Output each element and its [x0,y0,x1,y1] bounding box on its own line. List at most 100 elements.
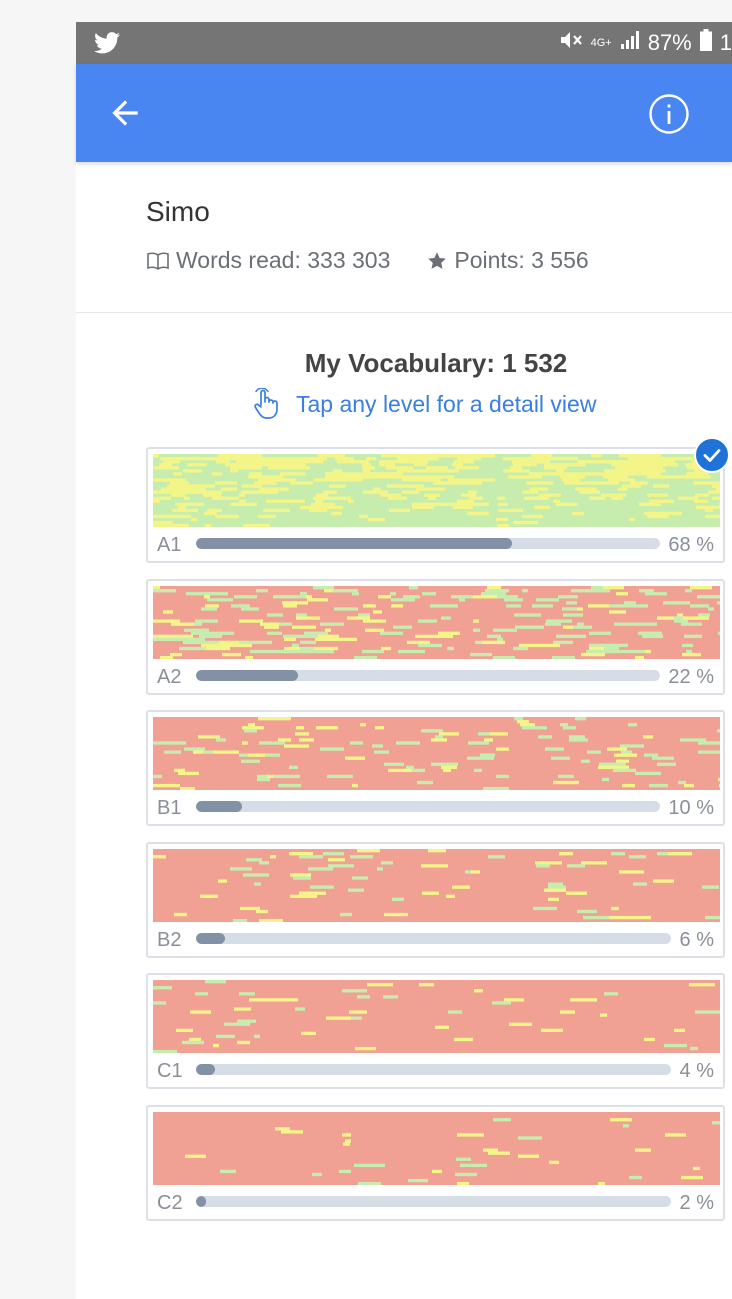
heatmap-cell [249,472,262,476]
heatmap-cell [153,588,176,592]
heatmap-cell [513,646,528,650]
heatmap-cell [465,869,471,874]
heatmap-cell [693,481,718,485]
heatmap-cell [215,514,239,519]
heatmap-cell [216,460,224,464]
heatmap-cell [551,756,570,760]
heatmap-cell [160,655,173,659]
heatmap-cell [448,478,461,482]
heatmap-cell [171,523,189,527]
heatmap-cell [553,499,560,503]
heatmap-cell [334,637,357,641]
heatmap-cell [280,472,293,476]
heatmap-cell [419,983,434,987]
heatmap-cell [379,463,395,467]
heatmap-cell [314,478,330,482]
words-read: Words read: 333 303 [176,247,391,273]
heatmap-cell [635,622,657,626]
heatmap-cell [325,472,349,476]
heatmap-cell [266,499,283,503]
info-circle-icon[interactable] [648,93,690,140]
heatmap-cell [406,765,414,770]
heatmap-cell [588,588,610,592]
heatmap-cell [363,490,388,494]
hand-pointer-icon [252,388,280,420]
heatmap-cell [323,505,343,510]
heatmap-cell [412,505,434,510]
heatmap-cell [578,472,597,476]
level-card-a2[interactable]: A2 22 % [146,578,725,695]
heatmap-cell [299,891,326,895]
heatmap-cell [544,466,567,470]
heatmap-cell [380,631,403,635]
heatmap-cell [390,591,396,595]
heatmap-cell [352,783,358,788]
heatmap-cell [335,457,342,461]
heatmap-cell [315,637,334,641]
heatmap-cell [545,747,564,751]
level-heatmap-c1 [153,980,720,1053]
heatmap-cell [268,649,293,653]
heatmap-cell [457,499,465,503]
level-heatmap-b1 [153,717,720,790]
level-card-a1[interactable]: A1 68 % [146,437,730,563]
heatmap-cell [190,490,206,494]
heatmap-cell [153,986,172,990]
heatmap-cell [311,460,323,464]
status-icons: 4G+ 87% 1 [559,22,732,64]
heatmap-cell [697,594,718,598]
level-card-c2[interactable]: C2 2 % [146,1104,725,1221]
heatmap-cell [653,457,680,461]
heatmap-cell [377,866,383,871]
heatmap-cell [347,615,370,620]
heatmap-cell [604,646,619,650]
level-card-b2[interactable]: B2 6 % [146,841,725,958]
heatmap-cell [428,496,436,500]
heatmap-cell [191,517,197,522]
heatmap-cell [698,612,710,617]
heatmap-cell [719,502,720,507]
heatmap-cell [325,475,344,479]
heatmap-cell [414,463,427,467]
heatmap-cell [611,496,623,500]
level-card-b1[interactable]: B1 10 % [146,710,725,826]
heatmap-cell [624,600,636,605]
level-progress-fill [196,932,225,944]
heatmap-cell [599,762,614,766]
heatmap-cell [243,872,269,877]
points: Points: 3 556 [454,247,589,273]
heatmap-cell [300,640,316,644]
heatmap-cell [386,472,403,476]
heatmap-cell [636,466,654,470]
heatmap-cell [614,585,624,589]
heatmap-cell [657,851,668,855]
heatmap-cell [504,597,523,602]
heatmap-cell [513,463,537,467]
heatmap-cell [549,1160,559,1164]
heatmap-cell [279,622,292,626]
heatmap-cell [348,888,364,892]
heatmap-cell [609,915,629,919]
heatmap-cell [569,735,585,739]
heatmap-cell [490,732,508,736]
heatmap-cell [625,469,644,473]
heatmap-cell [649,499,664,503]
heatmap-cell [318,634,339,638]
heatmap-cell [654,460,675,464]
level-card-c1[interactable]: C1 4 % [146,973,725,1089]
heatmap-cell [180,786,195,790]
heatmap-cell [248,753,265,757]
heatmap-cell [493,628,517,632]
arrow-left-icon[interactable] [106,94,144,137]
heatmap-cell [185,1154,206,1158]
heatmap-cell [496,517,508,522]
heatmap-cell [432,1169,442,1173]
heatmap-cell [553,597,559,602]
heatmap-cell [422,891,439,895]
heatmap-cell [267,774,273,779]
heatmap-cell [475,454,495,458]
heatmap-cell [583,915,609,919]
heatmap-cell [602,777,609,782]
heatmap-cell [206,484,215,488]
heatmap-cell [289,851,313,855]
